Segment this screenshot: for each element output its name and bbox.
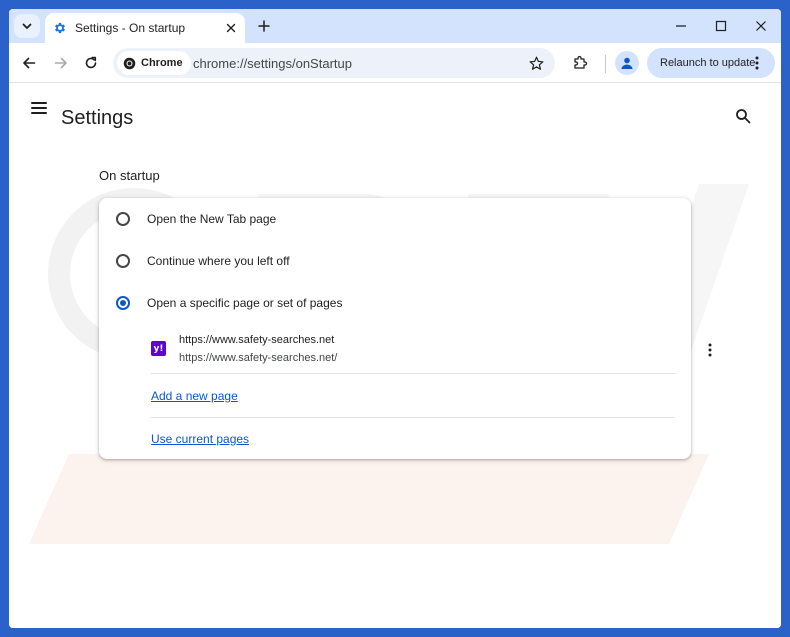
maximize-button[interactable] xyxy=(711,16,731,36)
toolbar-separator xyxy=(605,55,606,73)
reload-icon xyxy=(85,56,97,69)
tab-close-button[interactable] xyxy=(223,20,239,36)
minimize-button[interactable] xyxy=(671,16,691,36)
option-new-tab[interactable]: Open the New Tab page xyxy=(99,198,691,240)
hamburger-icon xyxy=(31,102,47,114)
toolbar: Chrome chrome://settings/onStartup Relau… xyxy=(9,43,781,83)
url-text[interactable]: chrome://settings/onStartup xyxy=(193,56,352,71)
site-info-chip[interactable]: Chrome xyxy=(117,51,191,75)
settings-page: Settings On startup Open the New Tab pag… xyxy=(9,84,781,628)
startup-page-title: https://www.safety-searches.net xyxy=(179,334,335,346)
forward-icon xyxy=(54,57,67,69)
tab-settings[interactable]: Settings - On startup xyxy=(45,13,245,43)
chip-label: Chrome xyxy=(141,57,183,69)
option-label: Open the New Tab page xyxy=(147,212,277,226)
more-vert-icon xyxy=(708,343,712,357)
forward-button[interactable] xyxy=(51,53,71,73)
option-continue[interactable]: Continue where you left off xyxy=(99,240,691,282)
profile-button[interactable] xyxy=(615,51,639,75)
tab-search-button[interactable] xyxy=(14,14,40,38)
close-window-button[interactable] xyxy=(751,16,771,36)
tab-strip: Settings - On startup xyxy=(9,9,781,43)
minimize-icon xyxy=(676,25,686,27)
chevron-down-icon xyxy=(22,23,32,29)
plus-icon xyxy=(258,20,270,32)
radio-button-selected[interactable] xyxy=(116,296,130,310)
more-vert-icon xyxy=(755,56,759,70)
tab-title: Settings - On startup xyxy=(75,21,186,35)
option-specific-pages[interactable]: Open a specific page or set of pages xyxy=(99,282,691,324)
relaunch-label: Relaunch to update xyxy=(660,57,756,69)
new-tab-button[interactable] xyxy=(255,17,273,35)
extensions-button[interactable] xyxy=(569,52,591,74)
close-icon xyxy=(226,23,236,33)
bookmark-star-button[interactable] xyxy=(527,54,545,72)
relaunch-to-update-button[interactable]: Relaunch to update xyxy=(647,48,775,78)
radio-button[interactable] xyxy=(116,212,130,226)
section-heading: On startup xyxy=(99,168,160,183)
address-bar[interactable]: Chrome chrome://settings/onStartup xyxy=(113,48,555,78)
option-label: Continue where you left off xyxy=(147,254,290,268)
back-icon xyxy=(23,57,36,69)
page-title: Settings xyxy=(61,107,134,129)
yahoo-favicon-icon: y! xyxy=(151,341,166,356)
use-current-pages-link[interactable]: Use current pages xyxy=(151,432,249,446)
chrome-logo-icon xyxy=(123,57,136,69)
chrome-menu-button[interactable] xyxy=(749,55,765,71)
search-icon xyxy=(736,109,751,124)
main-menu-button[interactable] xyxy=(30,100,48,116)
add-new-page-link[interactable]: Add a new page xyxy=(151,389,238,403)
browser-window: Settings - On startup Chrome chrome://se… xyxy=(9,9,781,628)
maximize-icon xyxy=(715,20,727,32)
search-settings-button[interactable] xyxy=(733,106,753,126)
back-button[interactable] xyxy=(19,53,39,73)
reload-button[interactable] xyxy=(81,53,101,73)
option-label: Open a specific page or set of pages xyxy=(147,296,343,310)
startup-page-url: https://www.safety-searches.net/ xyxy=(179,352,338,364)
gear-icon xyxy=(55,22,65,34)
profile-icon xyxy=(621,57,633,69)
startup-page-menu-button[interactable] xyxy=(701,341,719,359)
on-startup-card: Open the New Tab page Continue where you… xyxy=(99,198,712,459)
extension-icon xyxy=(574,55,588,69)
close-icon xyxy=(756,21,766,31)
startup-page-entry: y! https://www.safety-searches.net https… xyxy=(151,328,712,374)
star-icon xyxy=(529,56,543,70)
divider xyxy=(151,417,675,418)
radio-button[interactable] xyxy=(116,254,130,268)
